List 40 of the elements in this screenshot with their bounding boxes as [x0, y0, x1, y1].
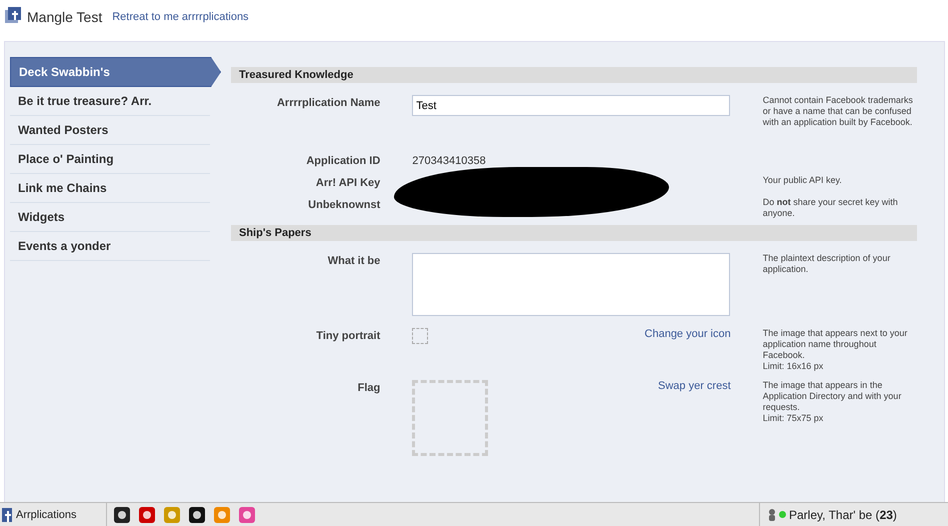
- help-text: The image that appears next to your application name throughout Facebook.: [762, 328, 908, 361]
- help-text: Do not share your secret key with anyone.: [762, 197, 899, 219]
- size-limit-text: Limit: 75x75 px: [762, 413, 824, 424]
- field-label: Arr! API Key: [316, 177, 380, 189]
- app-logo-icon: [2, 508, 12, 522]
- page-title: Mangle Test: [27, 9, 102, 25]
- field-label: Tiny portrait: [316, 330, 380, 342]
- description-text-area[interactable]: [412, 253, 730, 316]
- sidebar-item[interactable]: Be it true treasure? Arr.: [10, 87, 210, 116]
- sidebar-item[interactable]: Link me Chains: [10, 174, 210, 203]
- applications-button[interactable]: Arrplications: [0, 503, 107, 526]
- field-label: What it be: [328, 255, 380, 267]
- application-id-value: 270343410358: [412, 154, 486, 167]
- help-text: Cannot contain Facebook trademarks or have a name that can be confused with an application built by Facebook.: [762, 95, 914, 128]
- app-shortcut-icon[interactable]: [113, 506, 131, 524]
- sidebar-item[interactable]: Place o' Painting: [10, 145, 210, 174]
- section-header: Ship's Papers: [231, 225, 917, 241]
- online-status-icon: [779, 511, 786, 518]
- change-image-link[interactable]: Change your icon: [644, 328, 731, 340]
- field-label: Application ID: [306, 155, 380, 167]
- help-text: The image that appears in the Application Directory and with your requests.: [762, 380, 902, 413]
- sidebar-item[interactable]: Events a yonder: [10, 232, 210, 261]
- sidebar-item[interactable]: Wanted Posters: [10, 116, 210, 145]
- app-logo-icon: [5, 7, 21, 23]
- help-text: Your public API key.: [762, 175, 843, 186]
- size-limit-text: Limit: 16x16 px: [762, 361, 824, 372]
- help-text: The plaintext description of your application.: [762, 253, 892, 275]
- sidebar-item[interactable]: Widgets: [10, 203, 210, 232]
- chat-button[interactable]: Parley, Thar' be (23): [759, 503, 938, 526]
- image-placeholder: [412, 328, 428, 344]
- back-link[interactable]: Retreat to me arrrrplications: [112, 11, 249, 23]
- app-shortcut-icon[interactable]: [188, 506, 206, 524]
- field-label: Unbeknownst: [308, 199, 380, 211]
- change-image-link[interactable]: Swap yer crest: [658, 380, 731, 392]
- person-icon: [768, 508, 776, 520]
- sidebar-item[interactable]: Deck Swabbin's: [10, 57, 221, 87]
- field-label: Flag: [358, 382, 380, 394]
- section-header: Treasured Knowledge: [231, 67, 917, 83]
- name-input-field[interactable]: Test: [412, 95, 730, 116]
- field-label: Arrrrplication Name: [276, 97, 380, 109]
